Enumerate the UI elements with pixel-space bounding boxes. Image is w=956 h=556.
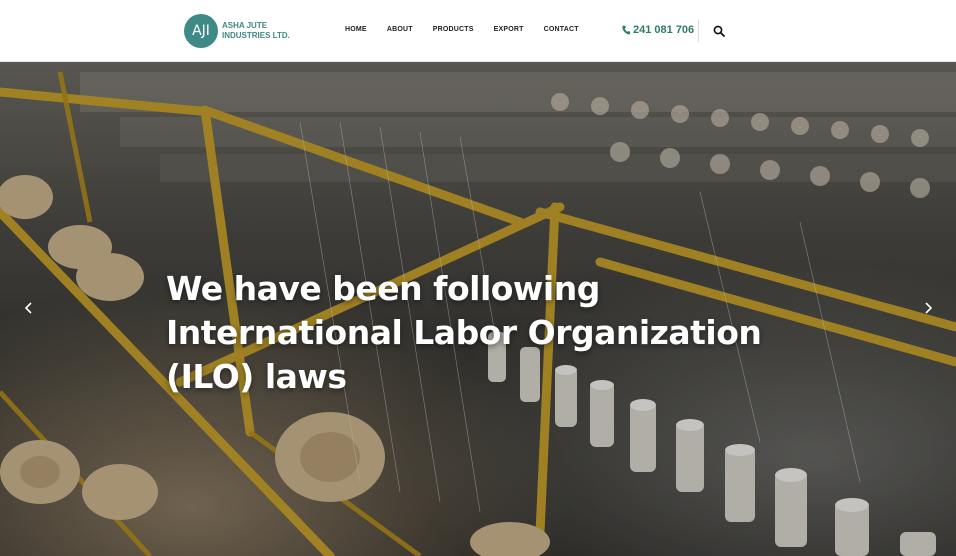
nav-export[interactable]: EXPORT — [494, 26, 524, 33]
chevron-left-icon — [24, 302, 32, 314]
chevron-right-icon — [925, 302, 933, 314]
nav-about[interactable]: ABOUT — [387, 26, 413, 33]
header-divider — [698, 20, 699, 42]
company-logo[interactable]: AJI ASHA JUTE INDUSTRIES LTD. — [184, 12, 302, 50]
logo-name-line2: INDUSTRIES LTD. — [222, 31, 290, 40]
logo-name-line1: ASHA JUTE — [222, 21, 268, 30]
logo-mark: AJI — [184, 14, 218, 48]
main-nav: HOME ABOUT PRODUCTS EXPORT CONTACT — [345, 26, 599, 33]
phone-icon — [622, 25, 630, 35]
hero-headline: We have been following International Lab… — [166, 269, 762, 396]
search-icon[interactable] — [713, 25, 725, 37]
phone-number[interactable]: 241 081 706 — [622, 24, 694, 36]
nav-products[interactable]: PRODUCTS — [433, 26, 474, 33]
hero-slider: We have been following International Lab… — [0, 62, 956, 556]
logo-text: ASHA JUTE INDUSTRIES LTD. — [222, 21, 302, 41]
slider-next-button[interactable] — [917, 296, 941, 320]
nav-contact[interactable]: CONTACT — [544, 26, 579, 33]
nav-home[interactable]: HOME — [345, 26, 367, 33]
slider-prev-button[interactable] — [16, 296, 40, 320]
phone-label: 241 081 706 — [633, 24, 695, 36]
site-header: AJI ASHA JUTE INDUSTRIES LTD. HOME ABOUT… — [0, 0, 956, 62]
